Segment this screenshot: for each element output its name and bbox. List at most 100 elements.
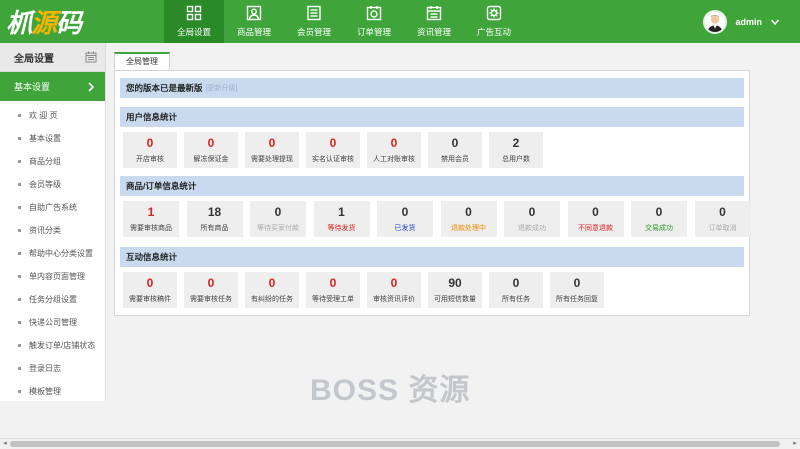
sidebar: 全局设置 基本设置 欢 迎 页 基本设置 商品分组 会员等级 自助广告系统 资讯…	[0, 43, 106, 401]
bullet-icon	[18, 206, 21, 209]
nav-goods[interactable]: 商品管理	[224, 0, 284, 43]
bullet-icon	[18, 229, 21, 232]
sidebar-item[interactable]: 基本设置	[0, 127, 105, 150]
grid-icon	[186, 5, 202, 21]
stat-card[interactable]: 0 人工对账审核	[367, 132, 421, 168]
stat-card[interactable]: 0 交易成功	[631, 201, 687, 237]
user-name: admin	[735, 17, 762, 27]
stat-card[interactable]: 0 所有任务	[489, 272, 543, 308]
bullet-icon	[18, 344, 21, 347]
bullet-icon	[18, 114, 21, 117]
sidebar-item-label: 自助广告系统	[29, 203, 77, 212]
scrollbar-thumb[interactable]	[10, 441, 780, 447]
nav-label: 广告互动	[476, 27, 511, 37]
sidebar-item[interactable]: 任务分组设置	[0, 288, 105, 311]
bullet-icon	[18, 183, 21, 186]
order-stats-header: 商品/订单信息统计	[120, 176, 744, 196]
user-menu[interactable]: admin	[703, 10, 780, 34]
nav-ads[interactable]: 广告互动	[464, 0, 524, 43]
stat-value: 0	[451, 136, 459, 150]
sidebar-item[interactable]: 单内容页面管理	[0, 265, 105, 288]
stat-card[interactable]: 2 总用户数	[489, 132, 543, 168]
sidebar-item[interactable]: 会员等级	[0, 173, 105, 196]
stat-card[interactable]: 0 有纠纷的任务	[245, 272, 299, 308]
stat-card[interactable]: 1 等待发货	[313, 201, 370, 237]
tab-global-management[interactable]: 全局管理	[114, 52, 170, 70]
stat-card[interactable]: 0 需要审核任务	[184, 272, 238, 308]
interact-stats-row: 0 需要审核稿件 0 需要审核任务 0 有纠纷的任务 0 等待受理工单 0 审核资讯评价 …	[123, 272, 611, 308]
top-bar: 枛源码 全局设置 商品管理 会员管理 订单管理 资讯管理 广告互动 admin	[0, 0, 800, 43]
stat-card[interactable]: 0 已发货	[377, 201, 433, 237]
sidebar-header-label: 全局设置	[14, 53, 54, 65]
stat-card[interactable]: 0 解冻保证金	[184, 132, 238, 168]
stat-label: 开店审核	[136, 156, 164, 163]
stat-card[interactable]: 0 需要处理提现	[245, 132, 299, 168]
stat-value: 0	[655, 205, 663, 219]
bullet-icon	[18, 137, 21, 140]
sidebar-item[interactable]: 模板管理	[0, 380, 105, 403]
nav-label: 订单管理	[356, 27, 391, 37]
nav-global-settings[interactable]: 全局设置	[164, 0, 224, 43]
bullet-icon	[18, 321, 21, 324]
stat-card[interactable]: 0 所有任务回复	[550, 272, 604, 308]
stat-card[interactable]: 0 退款处理中	[440, 201, 497, 237]
nav-orders[interactable]: 订单管理	[344, 0, 404, 43]
nav-members[interactable]: 会员管理	[284, 0, 344, 43]
stat-value: 2	[512, 136, 520, 150]
avatar[interactable]	[703, 10, 728, 34]
section-title: 用户信息统计	[126, 112, 178, 122]
stat-card[interactable]: 0 等待受理工单	[306, 272, 360, 308]
stat-value: 0	[592, 205, 599, 219]
stat-card[interactable]: 0 需要审核稿件	[123, 272, 177, 308]
nav-label: 资讯管理	[416, 27, 451, 37]
version-banner: 您的版本已是最新版 [更新升级]	[120, 78, 744, 98]
sidebar-item-label: 帮助中心分类设置	[29, 249, 93, 258]
stat-card[interactable]: 0 退款成功	[504, 201, 560, 237]
sidebar-item[interactable]: 自助广告系统	[0, 196, 105, 219]
logo[interactable]: 枛源码	[6, 4, 82, 39]
stat-card[interactable]: 1 需要审核商品	[123, 201, 179, 237]
nav-news[interactable]: 资讯管理	[404, 0, 464, 43]
sidebar-item[interactable]: 欢 迎 页	[0, 104, 105, 127]
stat-value: 0	[390, 276, 398, 290]
sidebar-item[interactable]: 快递公司管理	[0, 311, 105, 334]
stat-value: 0	[719, 205, 726, 219]
stat-label: 可用短信数量	[434, 296, 476, 303]
sidebar-item[interactable]: 资讯分类	[0, 219, 105, 242]
sidebar-item-label: 触发订单/店铺状态	[29, 341, 96, 350]
stat-value: 0	[146, 276, 154, 290]
scroll-right-icon[interactable]: ▸	[791, 440, 799, 448]
stat-label: 需要审核商品	[130, 225, 172, 232]
sidebar-item[interactable]: 登录日志	[0, 357, 105, 380]
stat-label: 有纠纷的任务	[251, 296, 293, 303]
scroll-left-icon[interactable]: ◂	[1, 440, 9, 448]
stat-card[interactable]: 0 实名认证审核	[306, 132, 360, 168]
horizontal-scrollbar[interactable]: ◂ ▸	[0, 438, 800, 449]
stat-value: 0	[268, 136, 276, 150]
sidebar-item[interactable]: 帮助中心分类设置	[0, 242, 105, 265]
stat-card[interactable]: 18 所有商品	[186, 201, 243, 237]
stat-value: 0	[512, 276, 520, 290]
stat-card[interactable]: 0 开店审核	[123, 132, 177, 168]
stat-card[interactable]: 0 禁用会员	[428, 132, 482, 168]
stat-value: 1	[147, 205, 155, 219]
stat-card[interactable]: 90 可用短信数量	[428, 272, 482, 308]
stat-label: 退款成功	[518, 225, 546, 232]
bullet-icon	[18, 367, 21, 370]
stat-card[interactable]: 0 不同意退款	[567, 201, 624, 237]
stat-card[interactable]: 0 订单取消	[694, 201, 751, 237]
stat-card[interactable]: 0 审核资讯评价	[367, 272, 421, 308]
update-link[interactable]: [更新升级]	[206, 83, 238, 93]
stat-value: 1	[338, 205, 345, 219]
stat-label: 所有任务	[502, 296, 530, 303]
logo-text-1: 枛	[6, 8, 32, 39]
sidebar-item-label: 欢 迎 页	[29, 111, 58, 120]
sidebar-section-basic-settings[interactable]: 基本设置	[0, 72, 105, 101]
sidebar-header: 全局设置	[0, 43, 105, 72]
sidebar-section-label: 基本设置	[14, 82, 51, 92]
sidebar-item[interactable]: 触发订单/店铺状态	[0, 334, 105, 357]
sidebar-item[interactable]: 商品分组	[0, 150, 105, 173]
order-stats-row: 1 需要审核商品 18 所有商品 0 等待买家付款 1 等待发货 0 已发货 0 退款处理中…	[123, 201, 758, 237]
stat-card[interactable]: 0 等待买家付款	[250, 201, 306, 237]
calendar-icon[interactable]	[85, 51, 97, 63]
